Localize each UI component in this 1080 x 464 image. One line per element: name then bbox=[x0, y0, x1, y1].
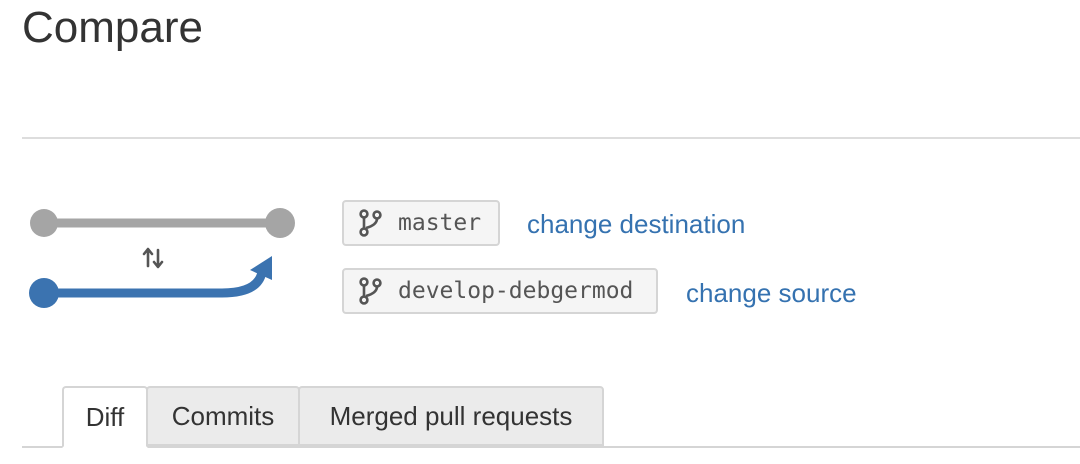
destination-branch-line bbox=[30, 208, 295, 238]
source-branch-line bbox=[29, 256, 272, 308]
destination-branch-name: master bbox=[398, 210, 482, 236]
tab-merged-pull-requests[interactable]: Merged pull requests bbox=[298, 386, 604, 446]
swap-arrows-icon[interactable] bbox=[142, 247, 164, 269]
branch-compare-graphic bbox=[29, 208, 295, 308]
branch-icon bbox=[356, 208, 384, 238]
source-branch-name: develop-debgermod bbox=[398, 278, 634, 304]
source-branch-chip[interactable]: develop-debgermod bbox=[342, 268, 658, 314]
change-destination-link[interactable]: change destination bbox=[527, 208, 745, 240]
tabs-baseline bbox=[22, 446, 1080, 448]
tab-commits[interactable]: Commits bbox=[146, 386, 300, 446]
change-source-link[interactable]: change source bbox=[686, 277, 857, 309]
destination-branch-chip[interactable]: master bbox=[342, 200, 500, 246]
compare-tabs: Diff Commits Merged pull requests bbox=[22, 386, 1080, 448]
tab-diff[interactable]: Diff bbox=[62, 386, 148, 448]
title-divider bbox=[22, 137, 1080, 139]
page-title: Compare bbox=[22, 3, 203, 52]
branch-icon bbox=[356, 276, 384, 306]
